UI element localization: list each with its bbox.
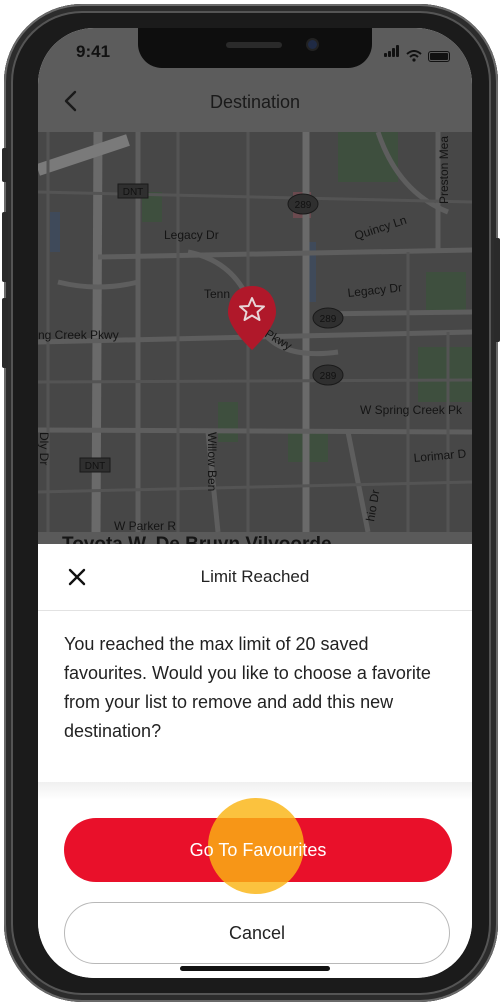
dialog-title: Limit Reached [200,567,310,586]
speaker [226,42,282,48]
limit-dialog: Limit Reached You reached the max limit … [38,544,472,978]
map-label: 289 [320,314,337,325]
battery-icon [428,51,450,62]
map-label: W Parker R [114,519,176,532]
front-camera [308,40,317,49]
power-button [494,238,500,342]
mute-switch [2,148,8,182]
map-view[interactable]: DNT DNT 289 289 289 Legacy Dr Quincy Ln … [38,132,472,532]
page-title: Destination [209,92,301,112]
wifi-icon [406,50,422,62]
volume-down-button [2,298,8,368]
header: Destination [38,72,472,132]
signal-icon [384,44,400,62]
map-label: 289 [320,371,337,382]
map-label: Legacy Dr [164,228,219,242]
map-label: 289 [295,200,312,211]
map-label: Dly Dr [38,432,51,465]
map-label: W Spring Creek Pk [360,403,463,417]
map-label: ng Creek Pkwy [38,328,119,342]
status-icons [384,44,450,62]
map-canvas: DNT DNT 289 289 289 Legacy Dr Quincy Ln … [38,132,472,532]
volume-up-button [2,212,8,282]
dialog-message: You reached the max limit of 20 saved fa… [64,634,431,741]
home-indicator [180,966,330,971]
go-to-favourites-label: Go To Favourites [189,839,327,860]
go-to-favourites-button[interactable]: Go To Favourites [64,818,452,882]
notch [138,28,372,68]
screen: 9:41 Destination DNT DNT 289 289 289 Leg… [38,28,472,978]
map-label: Preston Mea [437,136,451,204]
map-label: Tenn [204,287,230,301]
status-time: 9:41 [76,42,111,61]
divider [38,782,472,800]
map-label: DNT [123,187,144,198]
dialog-header: Limit Reached [38,544,472,611]
map-label: Willow Ben [205,432,219,491]
cancel-button[interactable]: Cancel [64,902,450,964]
map-label: DNT [85,461,106,472]
